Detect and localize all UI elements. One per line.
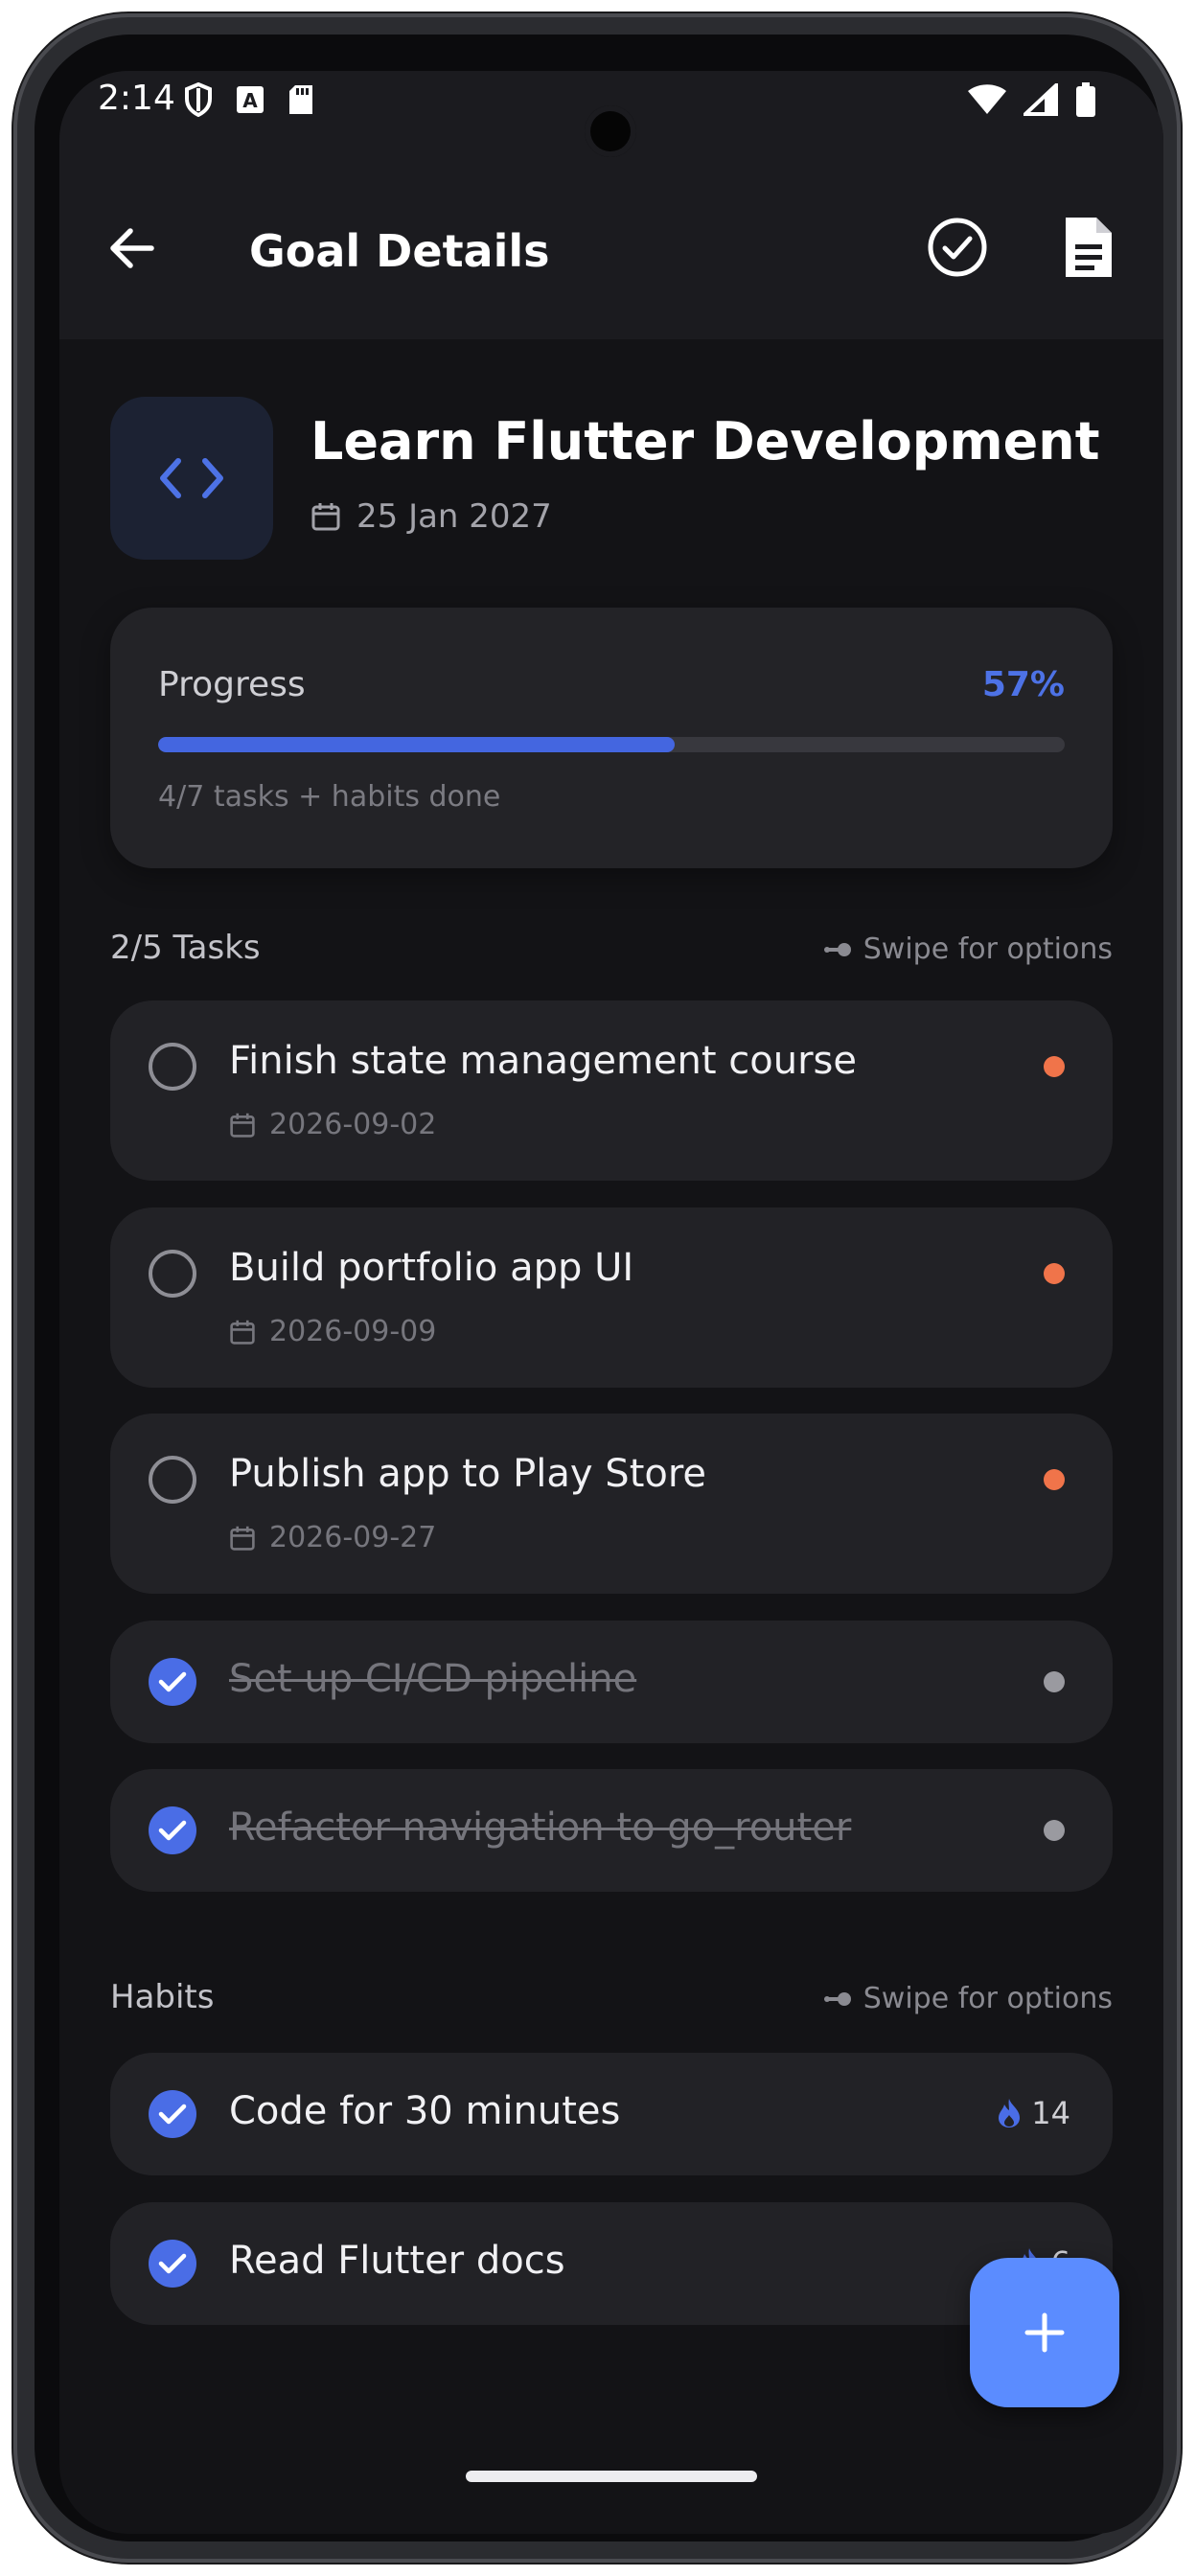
habits-swipe-hint-text: Swipe for options [862,1982,1113,2015]
swipe-icon [823,942,851,956]
habits-swipe-hint: Swipe for options [823,1982,1113,2015]
task-item[interactable]: Publish app to Play Store 2026-09-27 [110,1414,1113,1594]
habit-checkbox-checked[interactable] [149,2090,196,2138]
add-button[interactable] [970,2258,1119,2407]
progress-percent: 57% [981,665,1065,704]
goal-title: Learn Flutter Development [310,411,1100,472]
task-date: 2026-09-09 [229,1315,436,1348]
a-box-icon: A [237,86,264,113]
task-date-text: 2026-09-27 [269,1521,437,1554]
check-icon [158,1820,187,1841]
habit-streak: 14 [997,2095,1070,2131]
calendar-icon [230,1113,255,1138]
goal-date: 25 Jan 2027 [310,497,552,536]
priority-dot [1044,1671,1065,1692]
progress-label: Progress [158,665,306,704]
calendar-icon [230,1526,255,1551]
habit-checkbox-checked[interactable] [149,2240,196,2288]
habit-title: Code for 30 minutes [229,2089,621,2133]
app-screen: 2:14 A Goal Details Learn Flutter Develo… [59,71,1163,2534]
flame-icon [999,2099,1021,2128]
habits-section-title: Habits [110,1978,215,2016]
priority-dot [1044,1469,1065,1490]
habits-section-header: Habits Swipe for options [110,1978,1113,2026]
check-icon [158,2104,187,2125]
status-time: 2:14 [98,79,175,118]
task-title: Publish app to Play Store [229,1452,707,1496]
priority-dot [1044,1056,1065,1077]
priority-dot [1044,1263,1065,1284]
task-item[interactable]: Finish state management course 2026-09-0… [110,1000,1113,1181]
task-date-text: 2026-09-09 [269,1315,437,1348]
priority-dot [1044,1820,1065,1841]
task-item[interactable]: Set up CI/CD pipeline [110,1621,1113,1743]
goal-icon-container [110,397,273,560]
battery-icon [1076,82,1095,117]
tasks-swipe-hint: Swipe for options [823,932,1113,966]
status-icons-right [968,82,1096,117]
home-indicator[interactable] [466,2471,757,2482]
habit-item[interactable]: Code for 30 minutes 14 [110,2053,1113,2175]
phone-frame: 2:14 A Goal Details Learn Flutter Develo… [13,13,1181,2563]
habit-streak-count: 14 [1031,2095,1070,2131]
task-title: Refactor navigation to go_router [229,1806,852,1850]
task-checkbox-checked[interactable] [149,1658,196,1706]
svg-text:A: A [242,89,258,112]
calendar-icon [311,503,340,531]
progress-bar [158,737,1065,752]
tasks-section-header: 2/5 Tasks Swipe for options [110,929,1113,977]
task-checkbox[interactable] [149,1043,196,1091]
status-icons-left: A [184,82,314,117]
document-icon[interactable] [1062,214,1116,281]
app-bar: Goal Details [59,172,1163,339]
progress-subtitle: 4/7 tasks + habits done [158,780,501,814]
check-circle-icon[interactable] [926,216,989,279]
task-item[interactable]: Build portfolio app UI 2026-09-09 [110,1208,1113,1388]
task-item[interactable]: Refactor navigation to go_router [110,1769,1113,1892]
calendar-icon [230,1320,255,1345]
back-arrow-icon[interactable] [104,219,161,277]
page-title: Goal Details [249,225,550,277]
front-camera [585,105,636,157]
wifi-icon [968,84,1006,114]
code-icon [160,458,223,498]
tasks-swipe-hint-text: Swipe for options [862,932,1113,966]
task-checkbox[interactable] [149,1456,196,1504]
check-icon [158,1671,187,1692]
habit-item[interactable]: Read Flutter docs 6 [110,2202,1113,2325]
habit-title: Read Flutter docs [229,2239,565,2283]
sd-card-icon [289,85,312,114]
task-checkbox[interactable] [149,1250,196,1298]
task-date: 2026-09-02 [229,1108,436,1141]
task-title: Finish state management course [229,1039,857,1083]
progress-card: Progress 57% 4/7 tasks + habits done [110,608,1113,868]
task-title: Set up CI/CD pipeline [229,1657,637,1701]
task-title: Build portfolio app UI [229,1246,634,1290]
task-date: 2026-09-27 [229,1521,436,1554]
check-icon [158,2253,187,2274]
plus-icon [1024,2312,1065,2353]
signal-icon [1024,83,1058,116]
tasks-section-title: 2/5 Tasks [110,929,261,967]
progress-bar-fill [158,737,676,752]
task-checkbox-checked[interactable] [149,1806,196,1854]
shield-icon [185,82,212,117]
swipe-icon [823,1991,851,2006]
task-date-text: 2026-09-02 [269,1108,437,1141]
goal-date-text: 25 Jan 2027 [356,497,552,536]
